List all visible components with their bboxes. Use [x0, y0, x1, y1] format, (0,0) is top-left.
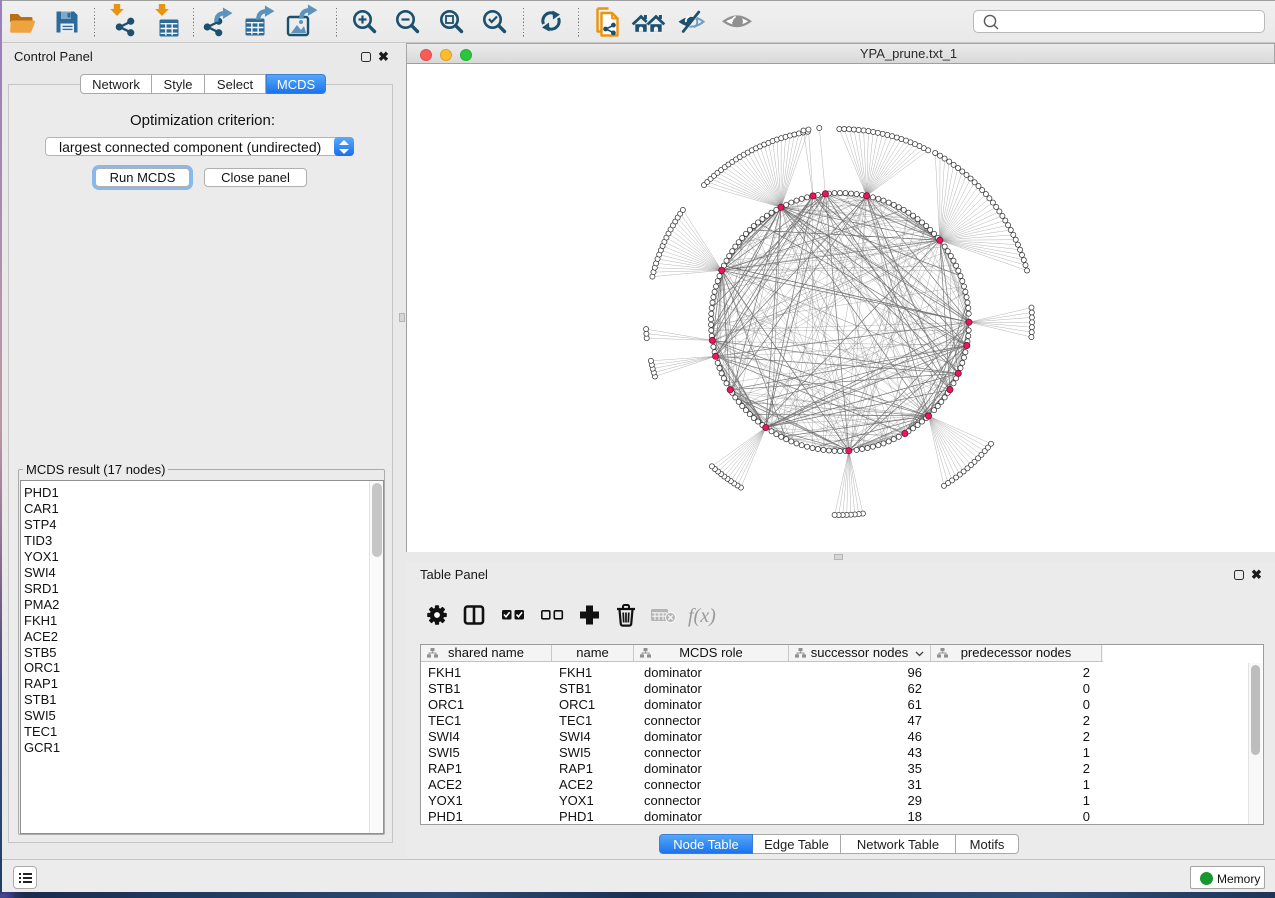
svg-text:f(x): f(x)	[688, 605, 716, 627]
